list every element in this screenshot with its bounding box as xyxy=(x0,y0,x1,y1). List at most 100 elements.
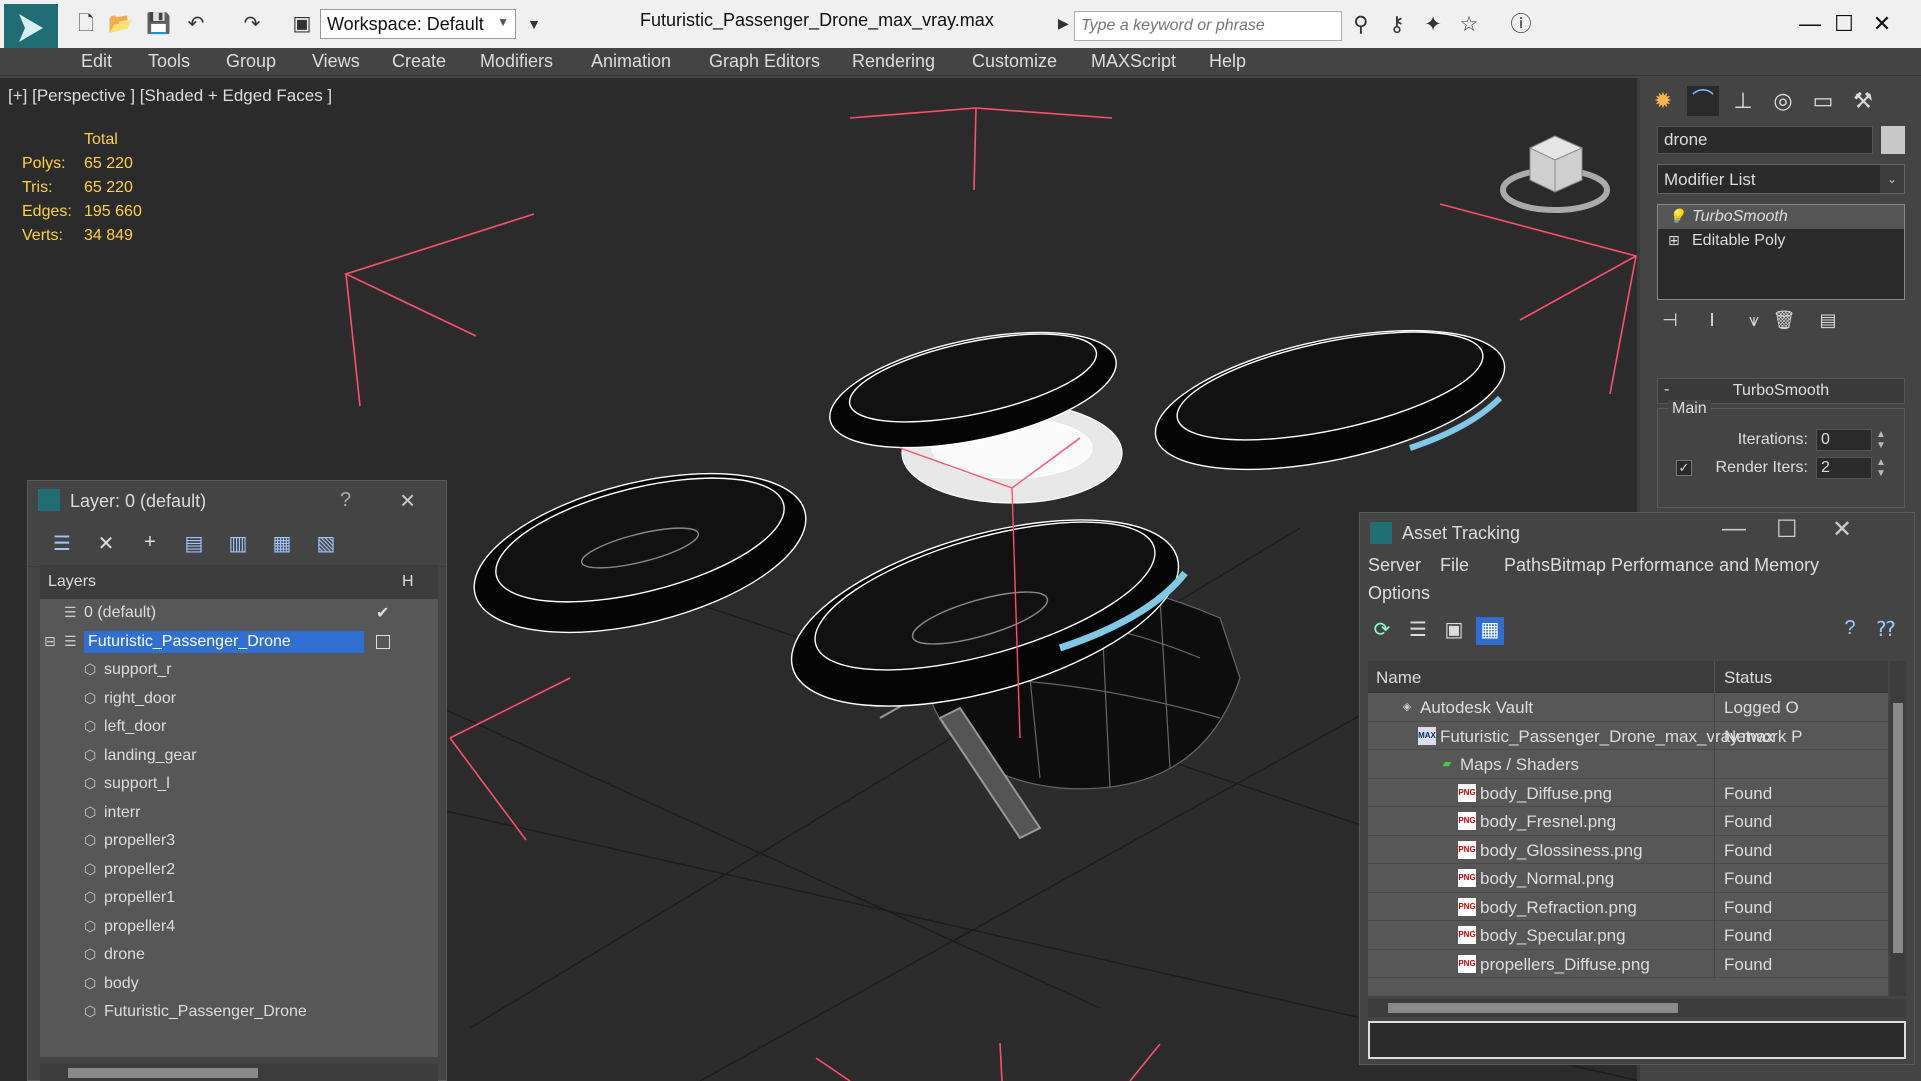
scroll-thumb[interactable] xyxy=(68,1068,258,1078)
viewcube-icon[interactable] xyxy=(1500,118,1610,218)
object-color-swatch[interactable] xyxy=(1881,126,1905,154)
hierarchy-icon[interactable]: ⊥ xyxy=(1727,86,1759,116)
spinner-arrows-icon[interactable]: ▲ ▼ xyxy=(1876,457,1886,479)
iterations-spinner[interactable]: Iterations: 0 ▲ ▼ xyxy=(1658,429,1906,453)
menu-create[interactable]: Create xyxy=(392,51,446,72)
column-name[interactable]: Name xyxy=(1376,668,1421,688)
app-logo-icon[interactable] xyxy=(4,4,58,52)
object-row[interactable]: ⬡ propeller2 xyxy=(40,856,438,885)
menu-paths[interactable]: Paths xyxy=(1504,555,1550,576)
scroll-thumb[interactable] xyxy=(1388,1003,1678,1013)
workspace-dropdown-icon[interactable]: ▼ xyxy=(522,12,546,36)
select-in-layer-icon[interactable]: ▤ xyxy=(180,531,208,557)
help-icon[interactable]: ⓘ xyxy=(1508,12,1534,38)
object-row[interactable]: ⬡ left_door xyxy=(40,713,438,742)
utilities-icon[interactable]: ⚒ xyxy=(1847,86,1879,116)
object-row[interactable]: ⬡ right_door xyxy=(40,685,438,714)
display-icon[interactable]: ▭ xyxy=(1807,86,1839,116)
freeze-all-layers-icon[interactable]: ▧ xyxy=(312,531,340,557)
menu-edit[interactable]: Edit xyxy=(81,51,112,72)
layer-row[interactable]: ☰ 0 (default) ✔ xyxy=(40,599,438,628)
asset-path-field[interactable] xyxy=(1368,1021,1906,1059)
help-icon[interactable]: ? xyxy=(1836,617,1864,645)
new-file-icon[interactable]: 🗋 xyxy=(74,12,98,36)
asset-row[interactable]: PNG body_Diffuse.png Found xyxy=(1368,778,1888,807)
table-view-icon[interactable]: ▦ xyxy=(1476,617,1504,645)
render-iters-field[interactable]: 2 xyxy=(1816,457,1872,479)
close-button[interactable]: ✕ xyxy=(1864,6,1900,42)
render-iters-spinner[interactable]: ✓ Render Iters: 2 ▲ ▼ xyxy=(1658,457,1906,481)
highlight-layer-icon[interactable]: ▥ xyxy=(224,531,252,557)
show-end-result-icon[interactable]: Ⅰ xyxy=(1699,310,1725,336)
iterations-field[interactable]: 0 xyxy=(1816,429,1872,451)
search-expand-icon[interactable]: ▶ xyxy=(1058,15,1069,32)
dialog-titlebar[interactable]: Layer: 0 (default) ? × xyxy=(28,481,446,521)
project-icon[interactable]: ▣ xyxy=(290,12,314,36)
asset-row[interactable]: PNG propellers_Diffuse.png Found xyxy=(1368,949,1888,978)
collapse-icon[interactable]: ⊟ xyxy=(44,633,60,649)
help-button[interactable]: ? xyxy=(340,489,351,512)
menu-options[interactable]: Options xyxy=(1368,583,1430,604)
key-tools-icon[interactable]: ⚷ xyxy=(1384,12,1410,38)
menu-modifiers[interactable]: Modifiers xyxy=(480,51,553,72)
minimize-button[interactable]: — xyxy=(1722,515,1746,543)
favorites-star-icon[interactable]: ☆ xyxy=(1456,12,1482,38)
menu-graph-editors[interactable]: Graph Editors xyxy=(709,51,820,72)
remove-modifier-icon[interactable]: 🗑 xyxy=(1771,310,1797,336)
menu-animation[interactable]: Animation xyxy=(591,51,671,72)
maximize-button[interactable]: ☐ xyxy=(1776,515,1798,544)
object-row[interactable]: ⬡ interr xyxy=(40,799,438,828)
delete-layer-icon[interactable]: ✕ xyxy=(92,531,120,557)
modifier-list-dropdown[interactable]: Modifier List ⌄ xyxy=(1657,164,1905,194)
object-row[interactable]: ⬡ drone xyxy=(40,941,438,970)
menu-customize[interactable]: Customize xyxy=(972,51,1057,72)
binoculars-icon[interactable]: ⚲ xyxy=(1348,12,1374,38)
pin-stack-icon[interactable]: ⊣ xyxy=(1657,310,1683,336)
render-iters-checkbox[interactable]: ✓ xyxy=(1676,460,1692,476)
new-layer-icon[interactable]: ☰ xyxy=(48,531,76,557)
undo-icon[interactable]: ↶ xyxy=(184,12,208,36)
asset-row[interactable]: PNG body_Glossiness.png Found xyxy=(1368,835,1888,864)
object-name-field[interactable] xyxy=(1657,126,1873,154)
thumbnail-view-icon[interactable]: ▣ xyxy=(1440,617,1468,645)
configure-sets-icon[interactable]: ▤ xyxy=(1815,310,1841,336)
minimize-button[interactable]: — xyxy=(1792,6,1828,42)
vertical-scrollbar[interactable] xyxy=(1890,661,1906,996)
stack-item-turbosmooth[interactable]: 💡 TurboSmooth xyxy=(1658,205,1904,229)
object-row[interactable]: ⬡ support_l xyxy=(40,770,438,799)
lightbulb-icon[interactable]: 💡 xyxy=(1668,208,1685,225)
asset-row[interactable]: PNG body_Refraction.png Found xyxy=(1368,892,1888,921)
stack-item-editable-poly[interactable]: ⊞ Editable Poly xyxy=(1658,229,1904,253)
open-file-icon[interactable]: 📂 xyxy=(108,12,133,36)
menu-rendering[interactable]: Rendering xyxy=(852,51,935,72)
object-row[interactable]: ⬡ landing_gear xyxy=(40,742,438,771)
asset-row[interactable]: MAX Futuristic_Passenger_Drone_max_vray.m… xyxy=(1368,721,1888,750)
menu-maxscript[interactable]: MAXScript xyxy=(1091,51,1176,72)
object-row[interactable]: ⬡ body xyxy=(40,970,438,999)
spinner-arrows-icon[interactable]: ▲ ▼ xyxy=(1876,429,1886,451)
maximize-button[interactable]: ☐ xyxy=(1826,6,1862,42)
menu-help[interactable]: Help xyxy=(1209,51,1246,72)
column-status[interactable]: Status xyxy=(1724,668,1772,688)
object-row[interactable]: ⬡ support_r xyxy=(40,656,438,685)
object-row[interactable]: ⬡ Futuristic_Passenger_Drone xyxy=(40,998,438,1027)
expand-plus-icon[interactable]: ⊞ xyxy=(1668,232,1680,249)
list-view-icon[interactable]: ☰ xyxy=(1404,617,1432,645)
scroll-thumb[interactable] xyxy=(1893,703,1903,953)
menu-file[interactable]: File xyxy=(1440,555,1469,576)
horizontal-scrollbar[interactable] xyxy=(1368,999,1906,1017)
refresh-icon[interactable]: ⟳ xyxy=(1368,617,1396,645)
object-row[interactable]: ⬡ propeller3 xyxy=(40,827,438,856)
current-layer-check-icon[interactable]: ✔ xyxy=(376,603,389,623)
asset-row[interactable]: ◈ Autodesk Vault Logged O xyxy=(1368,693,1888,722)
hide-toggle[interactable] xyxy=(376,634,390,649)
menu-tools[interactable]: Tools xyxy=(148,51,190,72)
modify-icon[interactable]: ⌒ xyxy=(1687,86,1719,116)
add-to-layer-icon[interactable]: + xyxy=(136,531,164,557)
context-help-icon[interactable]: ⁇ xyxy=(1872,617,1900,645)
viewport-label[interactable]: [+] [Perspective ] [Shaded + Edged Faces… xyxy=(8,86,332,106)
asset-row[interactable]: PNG body_Fresnel.png Found xyxy=(1368,807,1888,836)
asset-row[interactable]: PNG body_Normal.png Found xyxy=(1368,864,1888,893)
save-icon[interactable]: 💾 xyxy=(146,12,171,36)
redo-icon[interactable]: ↷ xyxy=(240,12,264,36)
